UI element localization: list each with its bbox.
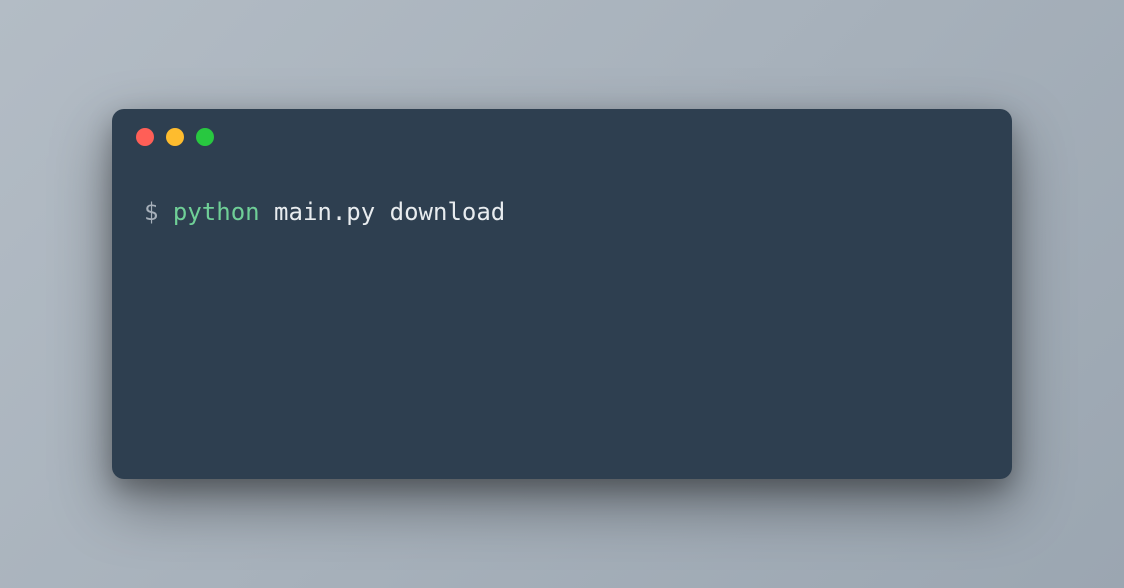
command-line: $ python main.py download	[144, 193, 980, 231]
command-args: main.py download	[260, 193, 506, 231]
minimize-icon[interactable]	[166, 128, 184, 146]
terminal-window: $ python main.py download	[112, 109, 1012, 479]
window-titlebar	[112, 109, 1012, 165]
prompt-symbol: $	[144, 193, 173, 231]
close-icon[interactable]	[136, 128, 154, 146]
command-keyword: python	[173, 193, 260, 231]
terminal-body[interactable]: $ python main.py download	[112, 165, 1012, 259]
maximize-icon[interactable]	[196, 128, 214, 146]
